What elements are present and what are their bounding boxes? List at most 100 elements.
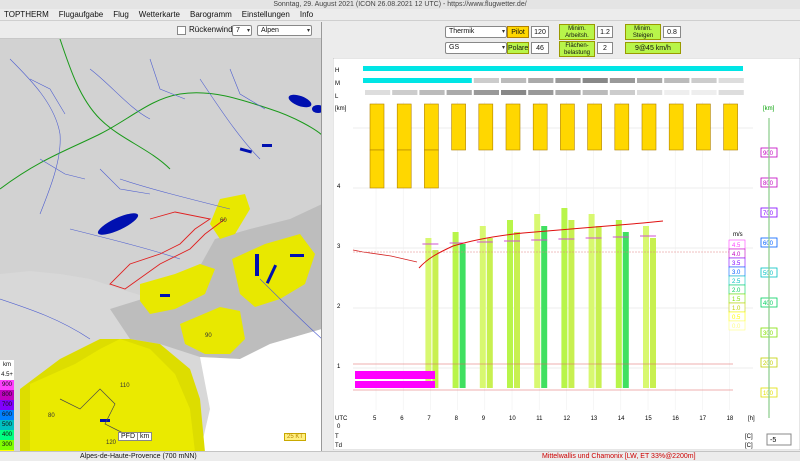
km-axis-label-right: [km]: [763, 106, 775, 112]
mid-cloud-cell: [637, 78, 663, 83]
thermal-bar: [514, 232, 520, 388]
km-button[interactable]: km: [137, 432, 153, 441]
hour-label: 17: [699, 416, 706, 422]
mid-cloud-cell: [664, 78, 690, 83]
level-value: 7: [236, 27, 240, 34]
cloud-base-box: [587, 103, 602, 151]
pfd-button[interactable]: PFD: [118, 432, 138, 441]
cloud-base-box: [424, 103, 439, 151]
cloud-base-box: [478, 103, 494, 151]
low-cloud-cell: [473, 90, 499, 95]
level-select[interactable]: 7 ▾: [232, 25, 252, 36]
menu-bar: TOPTHERM Flugaufgabe Flug Wetterkarte Ba…: [0, 9, 800, 21]
pilot-input[interactable]: 120: [531, 26, 549, 38]
row-label-t: T: [335, 434, 339, 440]
chevron-down-icon: ▾: [501, 29, 505, 35]
offset-value: -5: [770, 437, 776, 444]
ms-scale-value: 2.0: [732, 288, 741, 294]
legend-item: 500: [0, 420, 14, 430]
min-steigen-label: Minim. Steigen: [625, 24, 661, 40]
chevron-down-icon: ▾: [246, 28, 250, 34]
hour-label: 13: [591, 416, 598, 422]
menu-info[interactable]: Info: [296, 9, 319, 20]
min-arbeit-input[interactable]: 1.2: [597, 26, 613, 38]
flaechen-label: Flächen- belastung: [559, 41, 595, 57]
ms-scale-value: 2.5: [732, 279, 741, 285]
cloud-base-box: [560, 103, 575, 151]
rueckenwind-checkbox[interactable]: [177, 26, 186, 35]
mid-cloud-cell: [419, 78, 445, 83]
low-cloud-cell: [446, 90, 472, 95]
min-steigen-input[interactable]: 0.8: [663, 26, 681, 38]
glider-value: GS: [449, 44, 460, 51]
region-select[interactable]: Alpen ▾: [257, 25, 312, 36]
row-label-td: Td: [335, 443, 342, 449]
low-cloud-cell: [691, 90, 717, 95]
wind-scale: 25 KT: [284, 433, 307, 441]
thermal-bar: [452, 232, 459, 388]
cloud-base-box: [424, 149, 439, 189]
contour-label: 90: [205, 333, 212, 339]
meteogram-chart[interactable]: 5 6 7 8 9 10 11 12 13 14 15 16 17 18 H M L [km] [km] …: [333, 58, 800, 450]
legend-item: 300: [0, 440, 14, 450]
chevron-down-icon: ▾: [306, 28, 310, 34]
cloud-base-box: [614, 103, 630, 151]
row-label-m: M: [335, 81, 340, 87]
thermal-bar: [615, 220, 622, 388]
menu-einstellungen[interactable]: Einstellungen: [238, 9, 296, 20]
cloud-base-box: [641, 103, 657, 151]
hour-label: 10: [509, 416, 516, 422]
low-cloud-cell: [664, 90, 690, 95]
menu-flug[interactable]: Flug: [109, 9, 135, 20]
terrain-map[interactable]: 60 90 110 80 120: [0, 39, 322, 452]
status-bar: Alpes-de-Haute-Provence (700 mNN) Mittel…: [0, 451, 800, 460]
polare-label: Polare: [507, 42, 529, 54]
polare-input[interactable]: 46: [531, 42, 549, 54]
menu-barogramm[interactable]: Barogramm: [186, 9, 238, 20]
ms-scale-label: m/s: [733, 232, 743, 238]
row-label-h: H: [335, 68, 339, 74]
mid-cloud-cell: [528, 78, 554, 83]
cloud-base-box: [505, 103, 521, 151]
mode-value: Thermik: [449, 28, 475, 35]
legend-item: km: [0, 360, 14, 370]
mid-cloud-cell: [501, 78, 527, 83]
contour-label: 60: [220, 218, 227, 224]
mid-cloud-cell: [691, 78, 717, 83]
right-altitude-label: 400: [763, 301, 774, 307]
ms-scale-value: 3.5: [732, 261, 741, 267]
menu-toptherm[interactable]: TOPTHERM: [0, 9, 55, 20]
cloud-base-box: [396, 103, 412, 151]
mid-cloud-cell: [473, 78, 499, 83]
thermal-bar: [486, 238, 493, 388]
low-cloud-cell: [609, 90, 635, 95]
hour-label: 16: [672, 416, 679, 422]
ms-scale-value: 4.0: [732, 252, 741, 258]
hour-label: 14: [618, 416, 625, 422]
map-panel: Rückenwind 7 ▾ Alpen ▾ 60 90 110 80 120 …: [0, 22, 322, 452]
cloud-base-box: [369, 103, 385, 151]
utc-label: UTC: [335, 416, 348, 422]
menu-wetterkarte[interactable]: Wetterkarte: [135, 9, 186, 20]
cloud-base-box: [532, 103, 548, 151]
legend-item: 700: [0, 400, 14, 410]
glider-select[interactable]: GS ▾: [445, 42, 507, 54]
high-cloud-bar: [363, 66, 743, 71]
right-altitude-label: 100: [763, 391, 774, 397]
ms-scale-value: 4.5: [732, 243, 741, 249]
menu-flugaufgabe[interactable]: Flugaufgabe: [55, 9, 109, 20]
cloud-base-box: [723, 103, 738, 151]
legend-item: 4.5+: [0, 370, 14, 380]
mode-select[interactable]: Thermik ▾: [445, 26, 507, 38]
pilot-label: Pilot: [507, 26, 529, 38]
thermal-bar: [588, 214, 595, 388]
cloud-base-box: [369, 149, 385, 189]
hour-label: 11: [536, 416, 543, 422]
legend-item: 800: [0, 390, 14, 400]
unit-c-td: [C]: [745, 443, 753, 449]
legend-item: 600: [0, 410, 14, 420]
right-altitude-label: 800: [763, 181, 774, 187]
hours-unit-label: [h]: [748, 416, 755, 422]
thermal-bar: [432, 250, 439, 388]
flaechen-input[interactable]: 2: [597, 42, 613, 54]
